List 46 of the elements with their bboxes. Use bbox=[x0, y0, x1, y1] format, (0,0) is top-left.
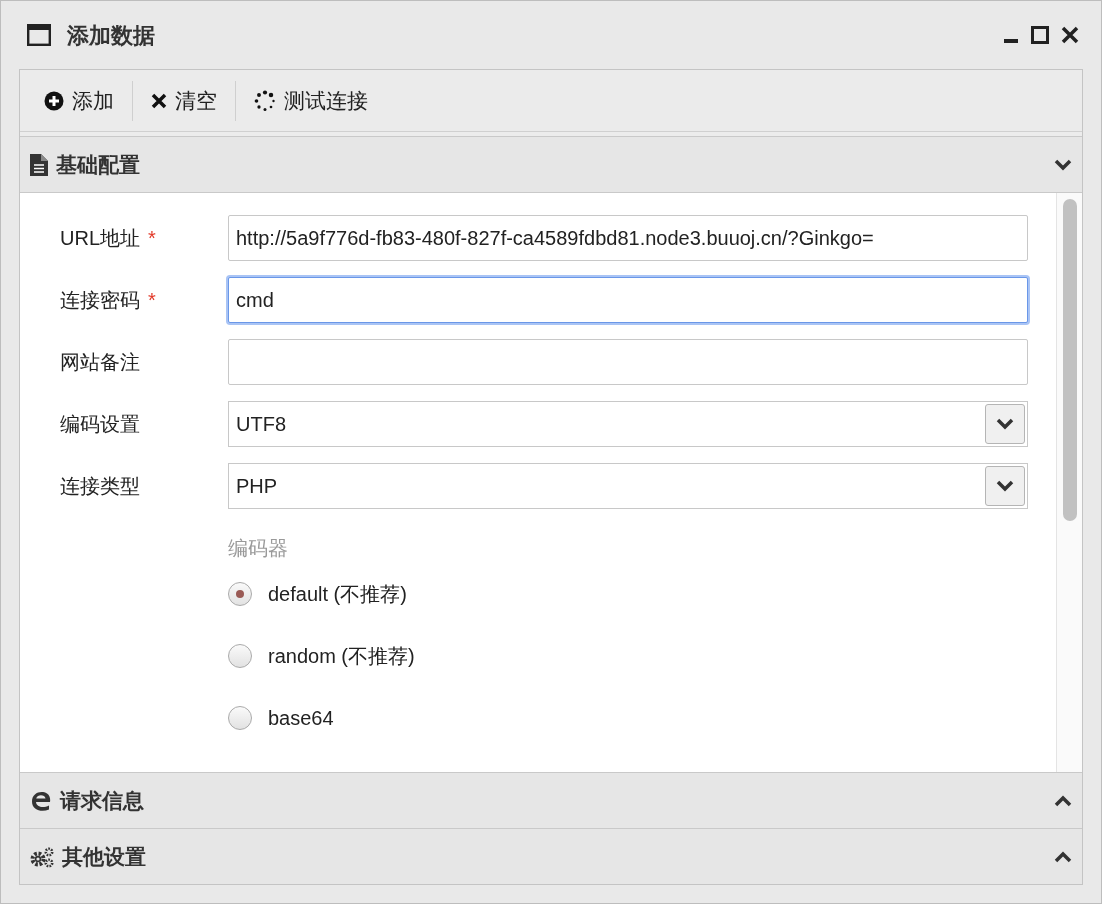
section-title: 请求信息 bbox=[60, 787, 144, 814]
letter-e-icon bbox=[30, 789, 52, 812]
select-field[interactable]: PHP bbox=[228, 463, 1028, 509]
dropdown-button[interactable] bbox=[985, 466, 1025, 506]
input-field[interactable]: http://5a9f776d-fb83-480f-827f-ca4589fdbd81.node3.buuoj.cn/?Ginkgo= bbox=[228, 215, 1028, 261]
plus-circle-icon bbox=[44, 90, 64, 111]
toolbar-button[interactable]: 测试连接 bbox=[252, 80, 370, 121]
radio-label: random (不推荐) bbox=[268, 644, 415, 669]
field-label: 连接类型 bbox=[60, 474, 140, 499]
toolbar-button[interactable]: 清空 bbox=[149, 80, 219, 121]
select-field[interactable]: UTF8 bbox=[228, 401, 1028, 447]
required-mark: * bbox=[148, 226, 156, 251]
field-label: 编码设置 bbox=[60, 412, 140, 437]
section-title: 基础配置 bbox=[56, 151, 140, 178]
spinner-icon bbox=[254, 89, 276, 112]
radio-button[interactable] bbox=[228, 706, 252, 730]
document-icon bbox=[30, 153, 48, 176]
maximize-icon[interactable] bbox=[1031, 26, 1049, 44]
required-mark: * bbox=[148, 288, 156, 313]
window-icon bbox=[27, 24, 51, 46]
scrollbar[interactable] bbox=[1056, 193, 1082, 772]
section-header[interactable]: 请求信息 bbox=[20, 772, 1082, 828]
toolbar-button[interactable]: 添加 bbox=[42, 80, 116, 121]
chevron-up-icon bbox=[1054, 850, 1072, 863]
section-header[interactable]: 其他设置 bbox=[20, 828, 1082, 884]
chevron-down-icon bbox=[1054, 158, 1072, 171]
field-label: URL地址 bbox=[60, 226, 140, 251]
close-icon bbox=[151, 92, 167, 109]
radio-button[interactable] bbox=[228, 582, 252, 606]
chevron-up-icon bbox=[1054, 794, 1072, 807]
dropdown-button[interactable] bbox=[985, 404, 1025, 444]
radio-button[interactable] bbox=[228, 644, 252, 668]
section-header[interactable]: 基础配置 bbox=[20, 136, 1082, 192]
section-title: 其他设置 bbox=[62, 843, 146, 870]
chevron-down-icon bbox=[996, 418, 1014, 430]
radio-label: default (不推荐) bbox=[268, 582, 407, 607]
chevron-down-icon bbox=[996, 480, 1014, 492]
field-label: 网站备注 bbox=[60, 350, 140, 375]
input-field[interactable] bbox=[228, 339, 1028, 385]
input-field[interactable]: cmd bbox=[228, 277, 1028, 323]
encoder-heading: 编码器 bbox=[228, 536, 289, 561]
gears-icon bbox=[30, 845, 54, 868]
radio-label: base64 bbox=[268, 706, 334, 731]
window-title: 添加数据 bbox=[67, 21, 155, 50]
field-label: 连接密码 bbox=[60, 288, 140, 313]
close-icon[interactable] bbox=[1061, 26, 1079, 44]
